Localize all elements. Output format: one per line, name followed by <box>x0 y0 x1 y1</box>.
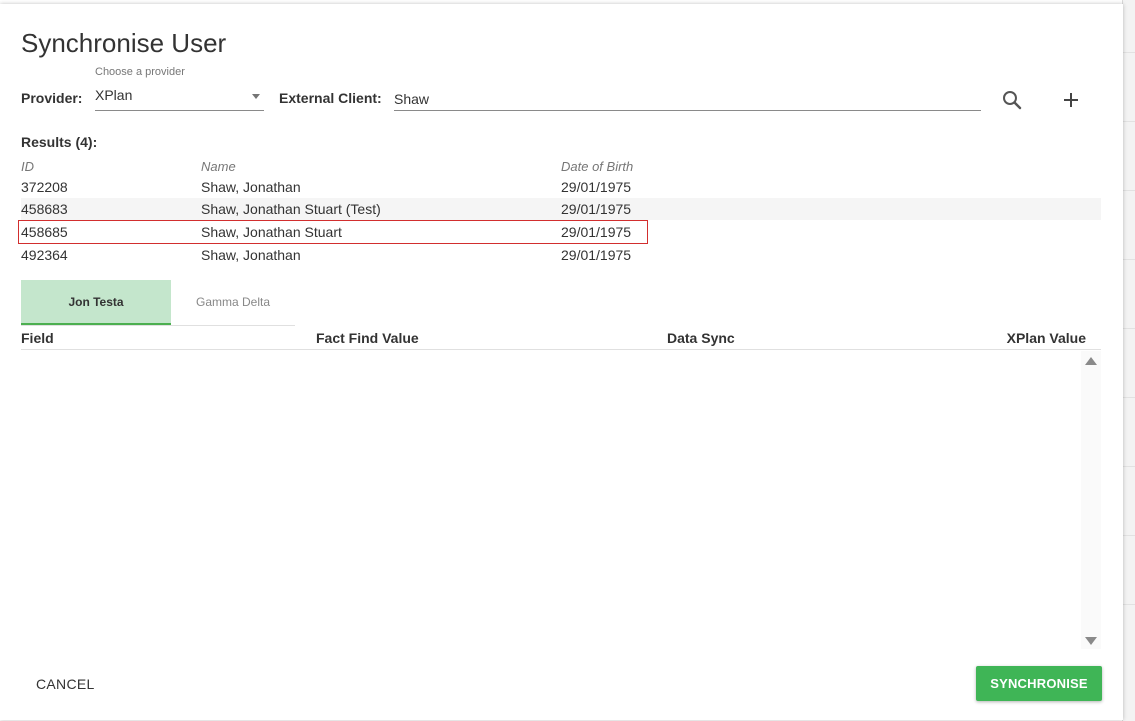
sync-grid-header: Field Fact Find Value Data Sync XPlan Va… <box>21 329 1101 350</box>
result-name: Shaw, Jonathan <box>201 247 301 263</box>
scroll-down-icon[interactable] <box>1085 637 1097 645</box>
search-button[interactable] <box>1000 88 1024 112</box>
grid-header-fact-find-value: Fact Find Value <box>316 330 419 346</box>
result-id: 458685 <box>21 224 68 240</box>
provider-hint: Choose a provider <box>95 66 185 78</box>
caret-down-icon <box>252 94 260 99</box>
grid-header-data-sync: Data Sync <box>667 330 735 346</box>
results-label: Results (4): <box>21 134 98 150</box>
result-row[interactable]: 458683 Shaw, Jonathan Stuart (Test) 29/0… <box>21 198 1101 220</box>
background-line <box>1122 466 1135 467</box>
client-tabs: Jon Testa Gamma Delta <box>21 280 295 326</box>
column-header-id: ID <box>21 159 34 174</box>
result-name: Shaw, Jonathan Stuart (Test) <box>201 201 381 217</box>
result-name: Shaw, Jonathan <box>201 179 301 195</box>
result-id: 492364 <box>21 247 68 263</box>
provider-value: XPlan <box>95 87 133 103</box>
scroll-up-icon[interactable] <box>1085 357 1097 365</box>
background-line <box>1122 190 1135 191</box>
result-row-selected[interactable]: 458685 Shaw, Jonathan Stuart 29/01/1975 <box>18 220 648 244</box>
search-icon <box>1003 91 1022 110</box>
result-id: 458683 <box>21 201 68 217</box>
results-header: ID Name Date of Birth <box>21 156 1101 174</box>
background-line <box>1122 604 1135 605</box>
external-client-label: External Client: <box>279 90 382 106</box>
sync-grid-body <box>21 351 1101 651</box>
synchronise-button[interactable]: SYNCHRONISE <box>976 666 1102 701</box>
background-line <box>1122 121 1135 122</box>
provider-select[interactable]: XPlan <box>95 84 264 111</box>
result-dob: 29/01/1975 <box>561 247 632 263</box>
grid-scrollbar[interactable] <box>1081 351 1101 649</box>
result-id: 372208 <box>21 179 68 195</box>
background-line <box>1122 328 1135 329</box>
add-button[interactable] <box>1059 88 1083 112</box>
external-client-input[interactable] <box>394 84 981 111</box>
tab-jon-testa[interactable]: Jon Testa <box>21 280 171 325</box>
column-header-name: Name <box>201 159 236 174</box>
dialog-title: Synchronise User <box>21 28 227 58</box>
result-dob: 29/01/1975 <box>561 201 632 217</box>
result-row[interactable]: 492364 Shaw, Jonathan 29/01/1975 <box>21 244 1101 266</box>
background-page <box>1122 0 1135 721</box>
background-line <box>1122 535 1135 536</box>
tab-gamma-delta[interactable]: Gamma Delta <box>171 280 295 325</box>
cancel-button[interactable]: CANCEL <box>25 667 106 701</box>
result-dob: 29/01/1975 <box>561 179 632 195</box>
grid-header-field: Field <box>21 330 54 346</box>
result-dob: 29/01/1975 <box>561 224 632 240</box>
background-line <box>1122 52 1135 53</box>
result-name: Shaw, Jonathan Stuart <box>201 224 342 240</box>
result-row[interactable]: 372208 Shaw, Jonathan 29/01/1975 <box>21 176 1101 198</box>
provider-label: Provider: <box>21 90 83 106</box>
background-line <box>1122 259 1135 260</box>
grid-header-xplan-value: XPlan Value <box>1006 330 1086 346</box>
synchronise-user-dialog: Synchronise User Provider: Choose a prov… <box>0 4 1123 720</box>
plus-icon <box>1064 93 1078 107</box>
background-line <box>1122 397 1135 398</box>
column-header-dob: Date of Birth <box>561 159 634 174</box>
